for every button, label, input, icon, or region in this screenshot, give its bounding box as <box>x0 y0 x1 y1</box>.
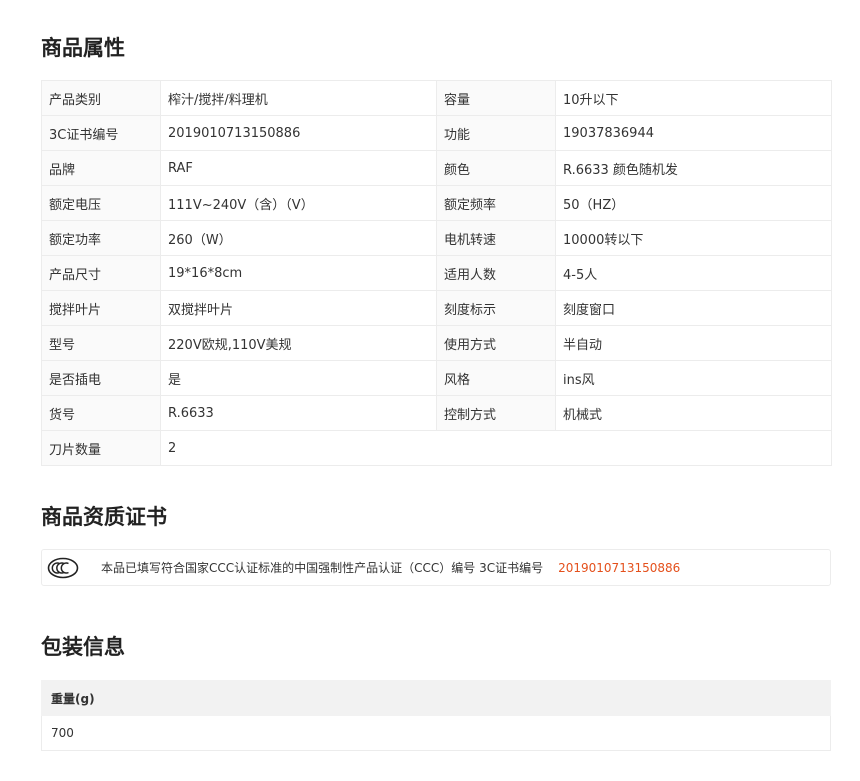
attribute-key: 产品类别 <box>41 80 161 116</box>
attribute-row: 型号 220V欧规,110V美规 使用方式 半自动 <box>41 325 832 361</box>
package-header-row: 重量(g) <box>41 680 831 716</box>
attribute-key: 颜色 <box>436 150 556 186</box>
weight-value: 700 <box>41 715 831 751</box>
attributes-table: 产品类别 榨汁/搅拌/料理机 容量 10升以下 3C证书编号 201901071… <box>41 80 832 466</box>
attribute-key: 适用人数 <box>436 255 556 291</box>
attribute-value: 半自动 <box>555 325 832 361</box>
attribute-value: 10000转以下 <box>555 220 832 256</box>
attribute-value: 榨汁/搅拌/料理机 <box>160 80 437 116</box>
attribute-value: 是 <box>160 360 437 396</box>
attribute-key: 3C证书编号 <box>41 115 161 151</box>
attribute-value: 50（HZ） <box>555 185 832 221</box>
attribute-value: 10升以下 <box>555 80 832 116</box>
certificate-number: 2019010713150886 <box>558 560 681 575</box>
certificate-title: 商品资质证书 <box>41 505 167 529</box>
attribute-value: 2019010713150886 <box>160 115 437 151</box>
attribute-value: 刻度窗口 <box>555 290 832 326</box>
attribute-value: ins风 <box>555 360 832 396</box>
attribute-value: 19*16*8cm <box>160 255 437 291</box>
package-title: 包装信息 <box>41 635 125 659</box>
attribute-key: 型号 <box>41 325 161 361</box>
attribute-key: 搅拌叶片 <box>41 290 161 326</box>
attribute-value: 双搅拌叶片 <box>160 290 437 326</box>
attribute-value: 机械式 <box>555 395 832 431</box>
attribute-row: 额定功率 260（W） 电机转速 10000转以下 <box>41 220 832 256</box>
attribute-row: 刀片数量 2 <box>41 430 832 466</box>
attributes-title: 商品属性 <box>41 36 125 60</box>
attribute-key: 控制方式 <box>436 395 556 431</box>
attribute-value: 260（W） <box>160 220 437 256</box>
attribute-key: 额定功率 <box>41 220 161 256</box>
ccc-logo-icon <box>47 557 79 579</box>
attribute-value: 2 <box>160 430 832 466</box>
package-row: 700 <box>41 715 831 751</box>
attribute-value: RAF <box>160 150 437 186</box>
attribute-value: 220V欧规,110V美规 <box>160 325 437 361</box>
attribute-key: 使用方式 <box>436 325 556 361</box>
attribute-key: 额定电压 <box>41 185 161 221</box>
attribute-key: 品牌 <box>41 150 161 186</box>
package-table: 重量(g) 700 <box>41 680 831 751</box>
attribute-key: 容量 <box>436 80 556 116</box>
attribute-row: 产品类别 榨汁/搅拌/料理机 容量 10升以下 <box>41 80 832 116</box>
attribute-row: 产品尺寸 19*16*8cm 适用人数 4-5人 <box>41 255 832 291</box>
attribute-key: 刻度标示 <box>436 290 556 326</box>
attribute-key: 风格 <box>436 360 556 396</box>
attribute-value: R.6633 颜色随机发 <box>555 150 832 186</box>
weight-header: 重量(g) <box>41 680 831 716</box>
attribute-key: 功能 <box>436 115 556 151</box>
certificate-text: 本品已填写符合国家CCC认证标准的中国强制性产品认证（CCC）编号 3C证书编号 <box>101 561 544 575</box>
attribute-key: 电机转速 <box>436 220 556 256</box>
attribute-key: 额定频率 <box>436 185 556 221</box>
attribute-key: 刀片数量 <box>41 430 161 466</box>
attribute-value: 4-5人 <box>555 255 832 291</box>
attribute-row: 3C证书编号 2019010713150886 功能 19037836944 <box>41 115 832 151</box>
attribute-key: 是否插电 <box>41 360 161 396</box>
attribute-row: 品牌 RAF 颜色 R.6633 颜色随机发 <box>41 150 832 186</box>
attribute-value: 111V~240V（含）（V） <box>160 185 437 221</box>
attribute-key: 产品尺寸 <box>41 255 161 291</box>
attribute-key: 货号 <box>41 395 161 431</box>
attribute-row: 额定电压 111V~240V（含）（V） 额定频率 50（HZ） <box>41 185 832 221</box>
attribute-row: 搅拌叶片 双搅拌叶片 刻度标示 刻度窗口 <box>41 290 832 326</box>
attribute-value: R.6633 <box>160 395 437 431</box>
certificate-box: 本品已填写符合国家CCC认证标准的中国强制性产品认证（CCC）编号 3C证书编号… <box>41 549 831 586</box>
attribute-row: 货号 R.6633 控制方式 机械式 <box>41 395 832 431</box>
attribute-value: 19037836944 <box>555 115 832 151</box>
attribute-row: 是否插电 是 风格 ins风 <box>41 360 832 396</box>
